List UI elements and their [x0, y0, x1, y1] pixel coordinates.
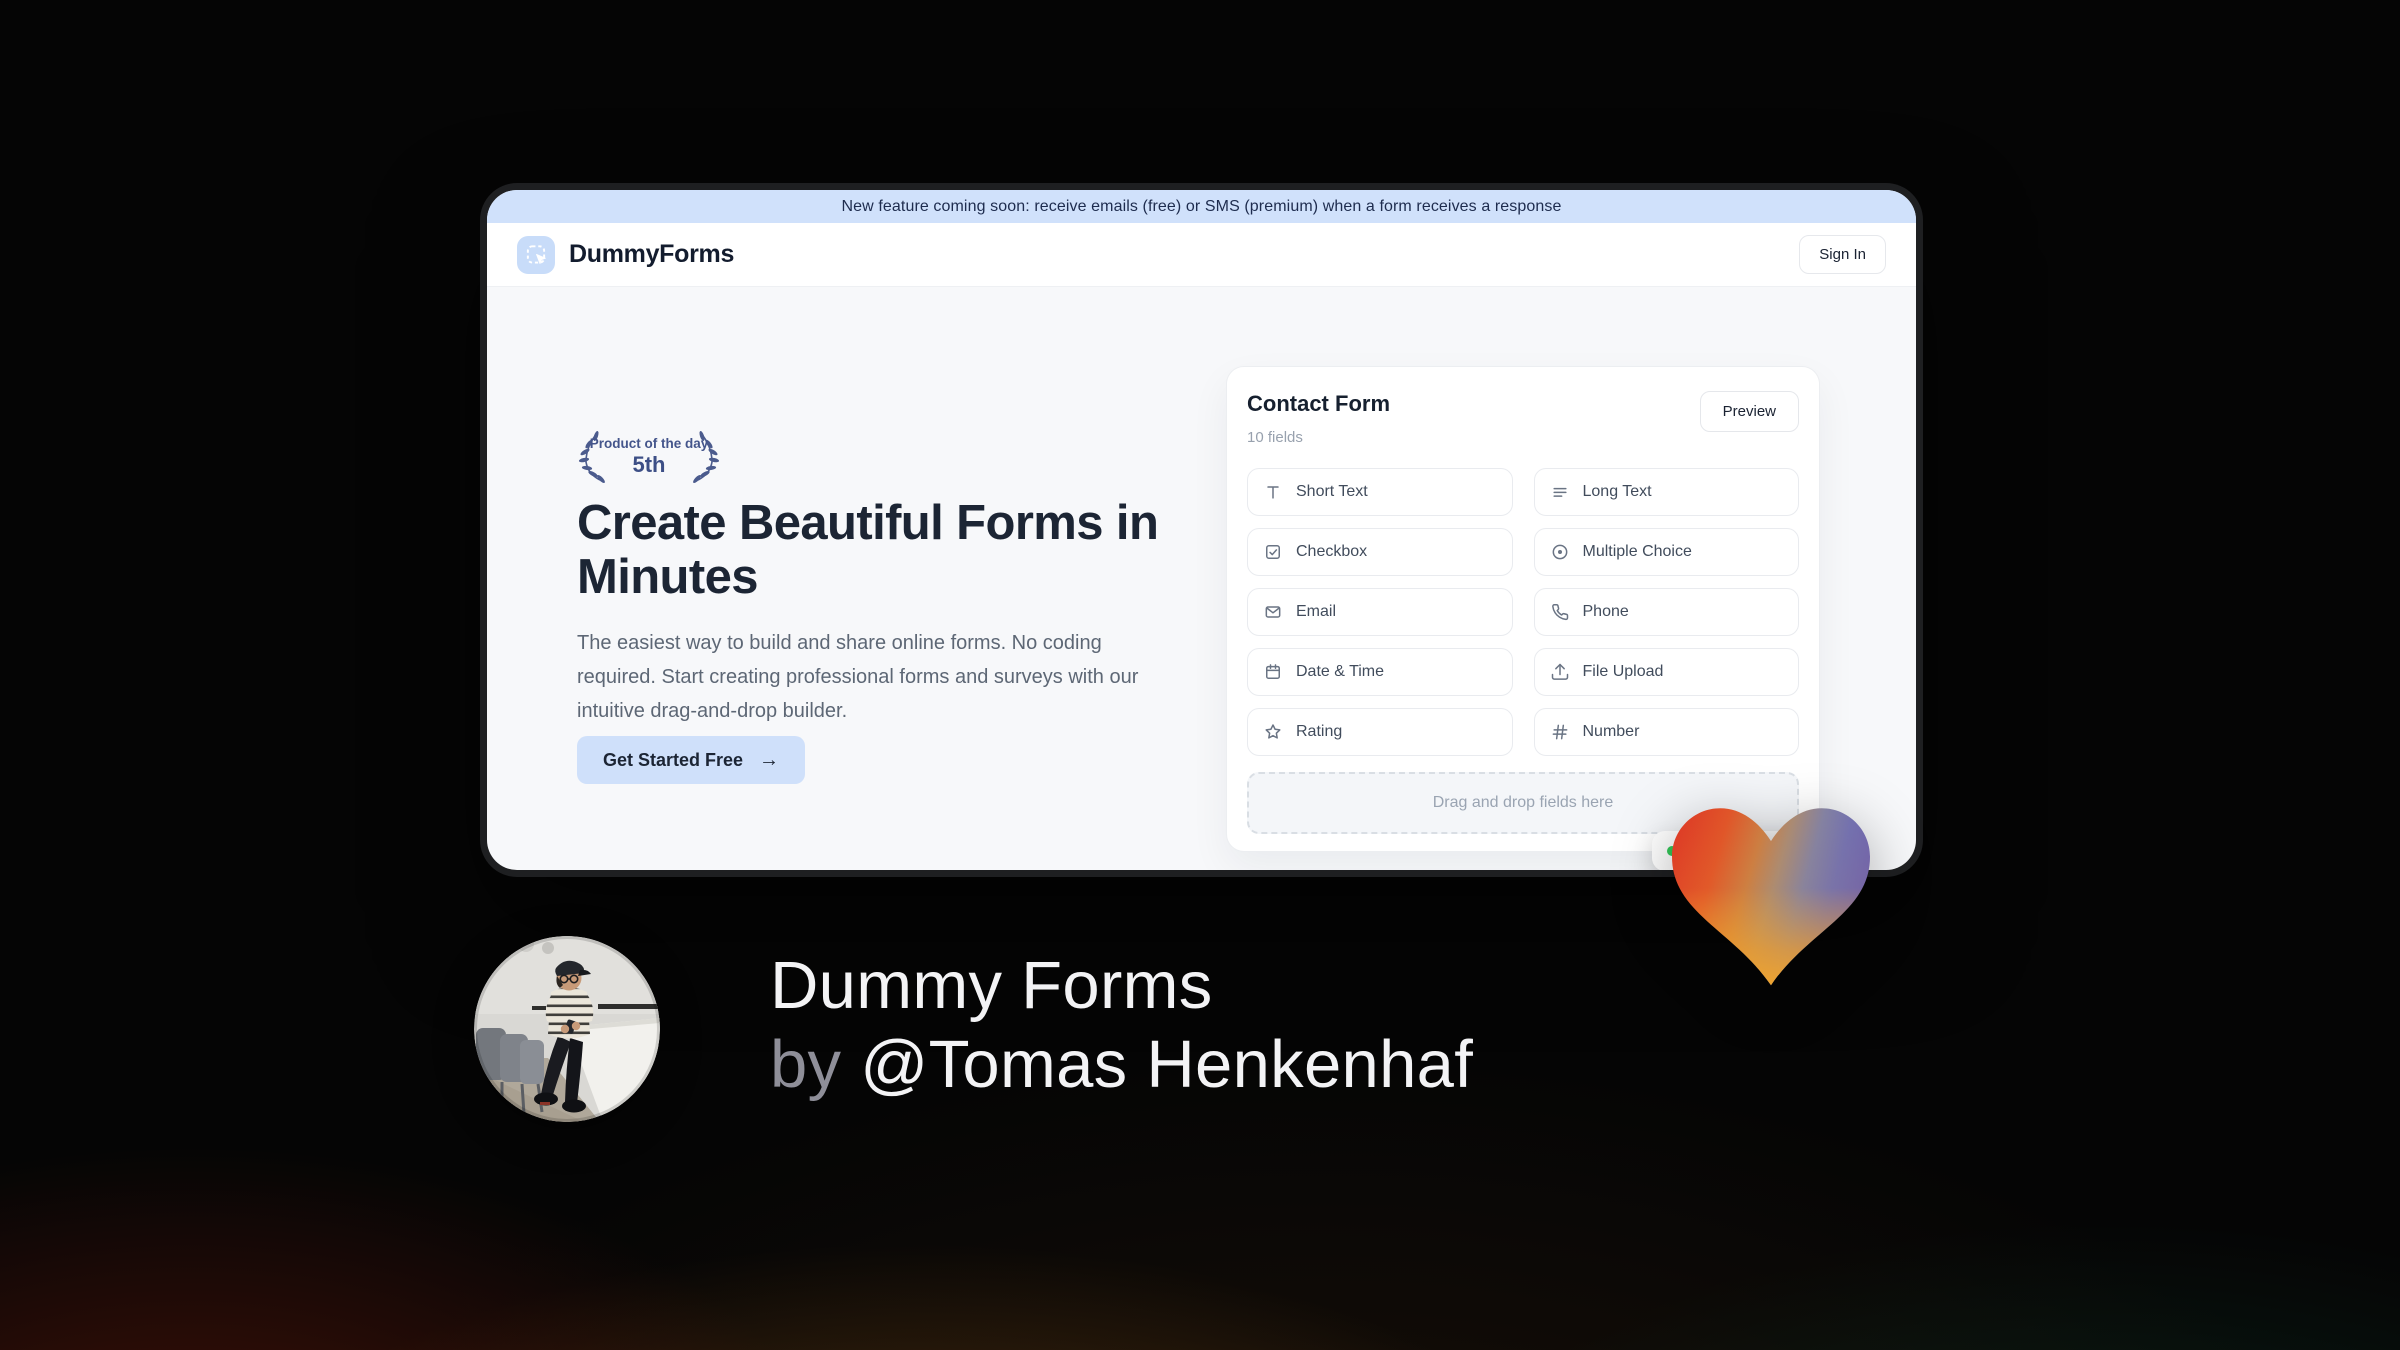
product-of-the-day-badge: Product of the day 5th	[574, 424, 724, 488]
email-icon	[1265, 606, 1281, 618]
field-number[interactable]: Number	[1533, 708, 1799, 756]
field-multiple-choice[interactable]: Multiple Choice	[1533, 528, 1799, 576]
get-started-label: Get Started Free	[603, 749, 744, 770]
award-rank: 5th	[633, 452, 666, 477]
field-short-text[interactable]: Short Text	[1247, 468, 1513, 516]
field-checkbox[interactable]: Checkbox	[1247, 528, 1513, 576]
award-label: Product of the day	[590, 436, 709, 451]
dummyforms-logo-icon	[517, 235, 555, 274]
multiple-choice-icon	[1552, 544, 1567, 560]
long-text-icon	[1552, 487, 1567, 497]
upload-icon	[1551, 663, 1568, 680]
field-phone[interactable]: Phone	[1533, 588, 1799, 636]
site-header: DummyForms Sign In	[487, 223, 1916, 287]
author-handle: @Tomas Henkenhaf	[860, 1027, 1474, 1102]
star-icon	[1265, 724, 1281, 739]
field-email[interactable]: Email	[1247, 588, 1513, 636]
calendar-icon	[1266, 664, 1280, 679]
field-date-time[interactable]: Date & Time	[1247, 648, 1513, 696]
announcement-banner: New feature coming soon: receive emails …	[487, 190, 1916, 223]
get-started-button[interactable]: Get Started Free →	[577, 736, 806, 784]
arrow-right-icon: →	[759, 748, 780, 771]
field-file-upload[interactable]: File Upload	[1533, 648, 1799, 696]
form-builder-card: Contact Form 10 fields Preview Short Tex…	[1226, 366, 1820, 852]
hero-title: Create Beautiful Forms in Minutes	[577, 496, 1159, 604]
checkbox-icon	[1266, 545, 1280, 559]
field-rating[interactable]: Rating	[1247, 708, 1513, 756]
brand-name: DummyForms	[569, 240, 735, 268]
heart-icon	[1672, 808, 1870, 988]
byline-prefix: by	[770, 1027, 842, 1102]
short-text-icon	[1267, 486, 1279, 499]
field-type-grid: Short Text Long Text Checkbox Multiple C…	[1247, 468, 1799, 756]
preview-button[interactable]: Preview	[1699, 391, 1799, 432]
hash-icon	[1552, 724, 1567, 740]
author-avatar	[474, 936, 660, 1122]
outro-title: Dummy Forms	[770, 948, 1213, 1023]
hero-description: The easiest way to build and share onlin…	[577, 632, 1139, 722]
announcement-text: New feature coming soon: receive emails …	[841, 197, 1562, 215]
phone-icon	[1551, 603, 1568, 621]
sign-in-button[interactable]: Sign In	[1799, 235, 1886, 274]
outro-text: Dummy Forms by @Tomas Henkenhaf	[770, 946, 1473, 1104]
browser-window: New feature coming soon: receive emails …	[487, 190, 1916, 870]
brand[interactable]: DummyForms	[517, 235, 735, 274]
drop-zone-label: Drag and drop fields here	[1432, 794, 1614, 811]
field-long-text[interactable]: Long Text	[1533, 468, 1799, 516]
outro-byline: by @Tomas Henkenhaf	[770, 1025, 1473, 1104]
